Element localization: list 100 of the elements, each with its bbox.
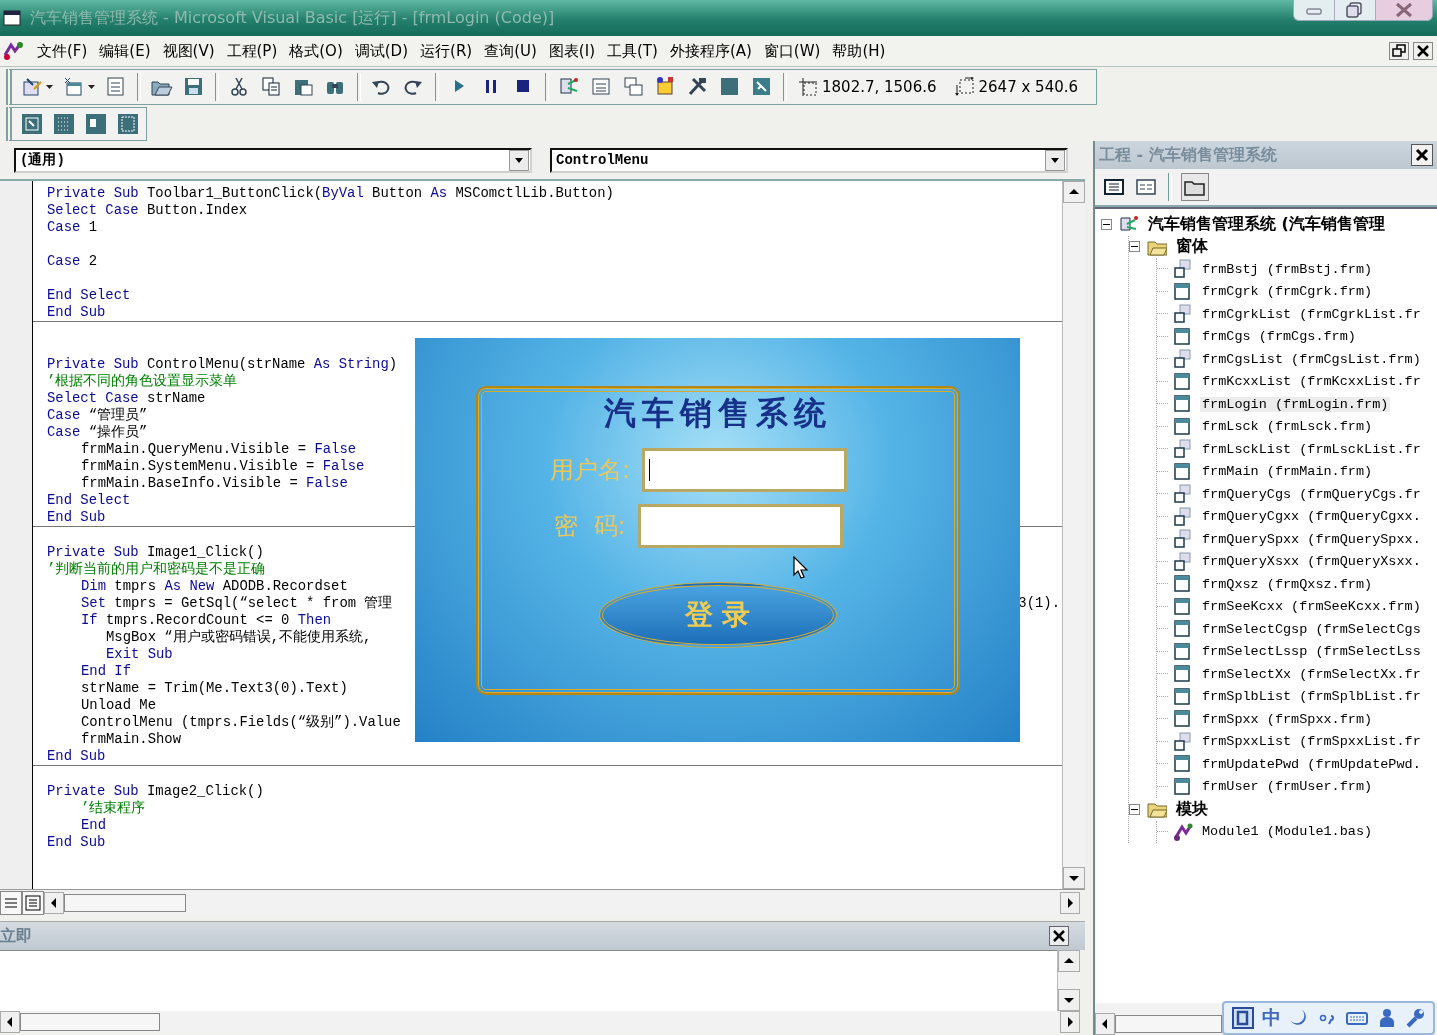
input-mode-toggle[interactable]: 中 [1262,1005,1281,1031]
collapse-toggle-icon[interactable] [1101,218,1112,230]
dropdown-arrow-icon[interactable] [1051,157,1059,163]
add-form-icon[interactable] [63,76,85,98]
menu-item[interactable]: 视图(V) [156,41,221,61]
dotted-page-icon[interactable] [53,113,75,135]
horizontal-scrollbar[interactable] [1095,1013,1222,1035]
tree-item[interactable]: frmUser (frmUser.frm) [1200,779,1375,795]
tree-item[interactable]: Module1 (Module1.bas) [1200,824,1375,840]
tree-item[interactable]: 模块 [1174,798,1210,820]
restore-icon[interactable] [1389,42,1409,60]
vertical-scrollbar[interactable] [1057,950,1080,1011]
vertical-scrollbar[interactable] [1062,181,1085,889]
code-line: Case “管理员” [47,407,148,424]
horizontal-scrollbar[interactable] [0,1011,1080,1033]
panel-icon[interactable] [85,113,107,135]
close-icon[interactable] [1413,42,1433,60]
tree-item[interactable]: frmLsck (frmLsck.frm) [1200,419,1375,435]
tree-item[interactable]: frmQueryXsxx (frmQueryXsxx. [1200,554,1423,570]
form-icon [1173,439,1193,460]
menu-item[interactable]: 图表(I) [542,41,601,61]
p-logo-icon[interactable] [1232,1007,1254,1029]
menu-item[interactable]: 格式(O) [283,41,349,61]
tree-item[interactable]: frmCgsList (frmCgsList.frm) [1200,351,1423,367]
form-icon [1173,776,1193,797]
tree-item[interactable]: frmQuerySpxx (frmQuerySpxx. [1200,531,1423,547]
tree-item[interactable]: frmQxsz (frmQxsz.frm) [1200,576,1375,592]
code-line: ’根据不同的角色设置显示菜单 [47,373,238,390]
tree-item[interactable]: frmSeeKcxx (frmSeeKcxx.frm) [1200,599,1423,615]
horizontal-scrollbar[interactable] [44,891,1080,914]
windows-icon[interactable] [623,76,645,98]
menu-item[interactable]: 文件(F) [31,41,94,61]
caret-icon[interactable] [88,84,96,90]
form-icon [1173,551,1193,572]
code-line: Set tmprs = GetSql(“select * from 管理 [81,595,393,612]
tree-item[interactable]: frmLsckList (frmLsckList.fr [1200,441,1423,457]
immediate-input-area[interactable] [0,950,1057,1011]
tree-item[interactable]: frmSpxxList (frmSpxxList.fr [1200,734,1423,750]
square-icon[interactable] [719,76,741,98]
procedure-dropdown[interactable]: ControlMenu [550,147,1068,173]
menu-item[interactable]: 窗口(W) [757,41,827,61]
tree-item[interactable]: frmSpxx (frmSpxx.frm) [1200,711,1375,727]
frame-icon[interactable] [21,113,43,135]
person-icon[interactable] [1377,1008,1397,1028]
tree-item[interactable]: frmQueryCgs (frmQueryCgs.fr [1200,486,1423,502]
tree-item[interactable]: frmLogin (frmLogin.frm) [1200,396,1391,412]
menu-item[interactable]: 帮助(H) [826,41,892,61]
tree-item[interactable]: frmSplbList (frmSplbList.fr [1200,689,1423,705]
tree-item[interactable]: frmMain (frmMain.frm) [1200,464,1375,480]
tree-item[interactable]: frmCgs (frmCgs.frm) [1200,329,1358,345]
tree-item[interactable]: frmBstj (frmBstj.frm) [1200,261,1375,277]
tree-item[interactable]: frmSelectCgsp (frmSelectCgs [1200,621,1423,637]
form-icon [1173,709,1193,730]
tree-item[interactable]: frmCgrkList (frmCgrkList.fr [1200,306,1423,322]
view-code-icon[interactable] [1103,177,1125,197]
code-line: End Sub [47,304,106,321]
menu-item[interactable]: 外接程序(A) [663,41,758,61]
document-icon[interactable] [105,76,127,98]
tree-item[interactable]: frmQueryCgxx (frmQueryCgxx. [1200,509,1423,525]
save-icon[interactable] [183,76,205,98]
code-line: End Select [47,287,131,304]
collapse-toggle-icon[interactable] [1129,241,1140,253]
password-field[interactable] [637,503,843,548]
username-field[interactable] [642,447,848,492]
menu-item[interactable]: 调试(D) [348,41,415,61]
form-icon [1173,641,1193,662]
module-icon [1173,821,1193,842]
add-project-icon[interactable] [21,76,43,98]
view-object-icon[interactable] [1135,177,1157,197]
dashed-page-icon[interactable] [117,113,139,135]
tree-item[interactable]: 窗体 [1174,236,1210,258]
menu-item[interactable]: 运行(R) [414,41,479,61]
tree-item[interactable]: frmUpdatePwd (frmUpdatePwd. [1200,756,1423,772]
moon-icon[interactable] [1289,1008,1309,1028]
tree-item[interactable]: frmKcxxList (frmKcxxList.fr [1200,374,1423,390]
copy-icon[interactable] [261,76,283,98]
code-line: End Sub [47,748,106,765]
object-dropdown[interactable]: (通用) [14,147,532,173]
tree-item[interactable]: 汽车销售管理系统 (汽车销售管理 [1146,213,1387,235]
tree-item[interactable]: frmSelectXx (frmSelectXx.fr [1200,666,1423,682]
menu-item[interactable]: 查询(U) [478,41,543,61]
wrench-icon[interactable] [1405,1008,1425,1028]
menu-item[interactable]: 工程(P) [220,41,284,61]
form-icon [1173,619,1193,640]
close-icon[interactable] [1411,144,1433,166]
arrow-square-icon[interactable] [751,76,773,98]
code-fragment: 3(1). [1018,595,1060,612]
close-icon[interactable] [1049,926,1069,946]
caret-icon[interactable] [46,84,54,90]
dropdown-arrow-icon[interactable] [515,157,523,163]
tree-item[interactable]: frmSelectLssp (frmSelectLss [1200,644,1423,660]
code-line: frmMain.SystemMenu.Visible = False [81,458,365,475]
properties-icon[interactable] [591,76,613,98]
code-line: If tmprs.RecordCount <= 0 Then [81,612,332,629]
menu-item[interactable]: 工具(T) [601,41,664,61]
collapse-toggle-icon[interactable] [1129,803,1140,815]
tree-item[interactable]: frmCgrk (frmCgrk.frm) [1200,284,1375,300]
tools-icon[interactable] [687,76,709,98]
full-module-view-icon[interactable] [25,894,41,911]
menu-item[interactable]: 编辑(E) [93,41,157,61]
